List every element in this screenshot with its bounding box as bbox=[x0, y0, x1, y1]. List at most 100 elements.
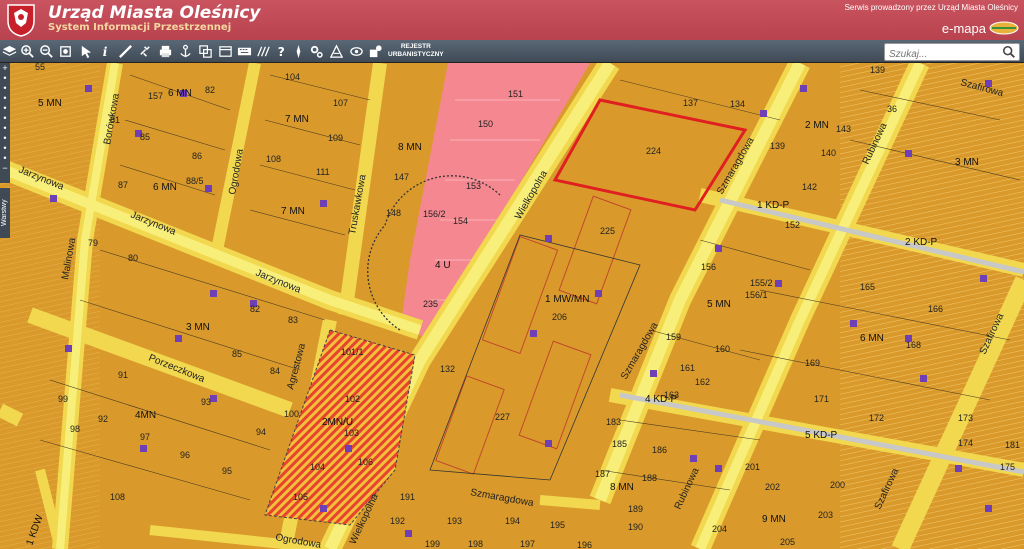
emapa-logo-icon bbox=[989, 21, 1019, 35]
svg-text:204: 204 bbox=[712, 524, 727, 534]
street-label: Ogrodowa bbox=[227, 148, 246, 196]
info-icon[interactable]: i bbox=[96, 42, 114, 60]
svg-text:148: 148 bbox=[386, 208, 401, 218]
zoom-in-small-icon[interactable]: + bbox=[0, 63, 10, 73]
street-label: Wielkopolna bbox=[348, 492, 381, 546]
svg-text:168: 168 bbox=[906, 340, 921, 350]
zoom-level-dot-icon[interactable]: • bbox=[0, 93, 10, 103]
zoom-level-dot-icon[interactable]: • bbox=[0, 153, 10, 163]
svg-text:99: 99 bbox=[58, 394, 68, 404]
svg-text:188: 188 bbox=[642, 473, 657, 483]
map-canvas[interactable]: 5 MN 6 MN 7 MN 8 MN 6 MN 3 MN 4MN 7 MN 2… bbox=[0, 63, 1024, 549]
select-area-icon[interactable] bbox=[196, 42, 214, 60]
svg-text:166: 166 bbox=[928, 304, 943, 314]
street-label: Jarzynowa bbox=[129, 210, 178, 238]
svg-text:173: 173 bbox=[958, 413, 973, 423]
svg-text:174: 174 bbox=[958, 438, 973, 448]
zoom-level-dot-icon[interactable]: • bbox=[0, 133, 10, 143]
svg-text:193: 193 bbox=[447, 516, 462, 526]
svg-text:192: 192 bbox=[390, 516, 405, 526]
svg-text:137: 137 bbox=[683, 98, 698, 108]
svg-text:103: 103 bbox=[344, 428, 359, 438]
anchor-icon[interactable] bbox=[176, 42, 194, 60]
zone-label: 5 MN bbox=[707, 299, 731, 310]
svg-text:105: 105 bbox=[293, 492, 308, 502]
emapa-brand-text: e-mapa bbox=[941, 20, 986, 36]
zoom-in-icon[interactable] bbox=[18, 42, 36, 60]
svg-text:163: 163 bbox=[664, 390, 679, 400]
3d-view-icon[interactable] bbox=[327, 42, 345, 60]
search-box[interactable] bbox=[884, 43, 1020, 62]
street-label: Jarzynowa bbox=[254, 268, 303, 296]
svg-text:93: 93 bbox=[201, 397, 211, 407]
zoom-level-dot-icon[interactable]: • bbox=[0, 83, 10, 93]
svg-text:227: 227 bbox=[495, 412, 510, 422]
street-label: Malinowa bbox=[60, 237, 78, 281]
svg-text:88/5: 88/5 bbox=[186, 176, 204, 186]
svg-text:150: 150 bbox=[478, 119, 493, 129]
registry-icon[interactable] bbox=[366, 42, 384, 60]
zone-label: 4 U bbox=[435, 260, 451, 271]
svg-text:225: 225 bbox=[600, 226, 615, 236]
svg-text:157: 157 bbox=[148, 91, 163, 101]
search-input[interactable] bbox=[885, 47, 1001, 62]
svg-text:82: 82 bbox=[205, 85, 215, 95]
registry-button[interactable]: REJESTR URBANISTYCZNY bbox=[388, 43, 444, 59]
svg-text:187: 187 bbox=[595, 469, 610, 479]
zone-label: 3 MN bbox=[955, 157, 979, 168]
emapa-brand[interactable]: e-mapa bbox=[942, 19, 1019, 37]
compass-icon[interactable] bbox=[289, 42, 307, 60]
svg-text:104: 104 bbox=[285, 72, 300, 82]
svg-text:?: ? bbox=[277, 45, 284, 59]
svg-text:80: 80 bbox=[128, 253, 138, 263]
hatch-icon[interactable] bbox=[254, 42, 272, 60]
street-view-icon[interactable] bbox=[347, 42, 365, 60]
zone-label: 6 MN bbox=[860, 333, 884, 344]
zone-label: 6 MN bbox=[153, 182, 177, 193]
svg-text:86: 86 bbox=[192, 151, 202, 161]
svg-text:198: 198 bbox=[468, 539, 483, 549]
zoom-out-small-icon[interactable]: − bbox=[0, 163, 10, 173]
zoom-out-icon[interactable] bbox=[37, 42, 55, 60]
zoom-level-dot-icon[interactable]: • bbox=[0, 73, 10, 83]
svg-text:200: 200 bbox=[830, 480, 845, 490]
svg-text:104: 104 bbox=[310, 462, 325, 472]
svg-text:107: 107 bbox=[333, 98, 348, 108]
svg-text:202: 202 bbox=[765, 482, 780, 492]
zoom-extent-icon[interactable] bbox=[56, 42, 74, 60]
svg-text:139: 139 bbox=[870, 65, 885, 75]
svg-text:142: 142 bbox=[802, 182, 817, 192]
street-label: Jarzynowa bbox=[17, 165, 66, 193]
svg-text:160: 160 bbox=[715, 344, 730, 354]
svg-text:175: 175 bbox=[1000, 462, 1015, 472]
layers-icon[interactable] bbox=[0, 42, 18, 60]
layers-tab[interactable]: Warstwy bbox=[0, 188, 10, 238]
settings-icon[interactable] bbox=[307, 42, 325, 60]
zoom-level-dot-icon[interactable]: • bbox=[0, 103, 10, 113]
zoom-level-dot-icon[interactable]: • bbox=[0, 123, 10, 133]
print-icon[interactable] bbox=[156, 42, 174, 60]
pointer-icon[interactable] bbox=[77, 42, 95, 60]
zone-label: 2MN/U bbox=[322, 417, 353, 428]
link-icon[interactable] bbox=[136, 42, 154, 60]
window-icon[interactable] bbox=[216, 42, 234, 60]
svg-text:206: 206 bbox=[552, 312, 567, 322]
svg-text:147: 147 bbox=[394, 172, 409, 182]
zone-label: 8 MN bbox=[610, 482, 634, 493]
svg-text:109: 109 bbox=[328, 133, 343, 143]
help-icon[interactable]: ? bbox=[272, 42, 290, 60]
svg-text:108: 108 bbox=[110, 492, 125, 502]
svg-text:102: 102 bbox=[345, 394, 360, 404]
zoom-level-dot-icon[interactable]: • bbox=[0, 113, 10, 123]
zoom-level-dot-icon[interactable]: • bbox=[0, 143, 10, 153]
search-icon[interactable] bbox=[1002, 45, 1016, 59]
city-coat-of-arms-icon bbox=[7, 4, 35, 37]
zone-label: 9 MN bbox=[762, 514, 786, 525]
zone-label: 5 MN bbox=[38, 98, 62, 109]
svg-text:134: 134 bbox=[730, 99, 745, 109]
measure-icon[interactable] bbox=[116, 42, 134, 60]
svg-text:183: 183 bbox=[606, 417, 621, 427]
street-label: Szmaragdowa bbox=[469, 487, 534, 509]
keyboard-icon[interactable] bbox=[235, 42, 253, 60]
zone-label: 3 MN bbox=[186, 322, 210, 333]
